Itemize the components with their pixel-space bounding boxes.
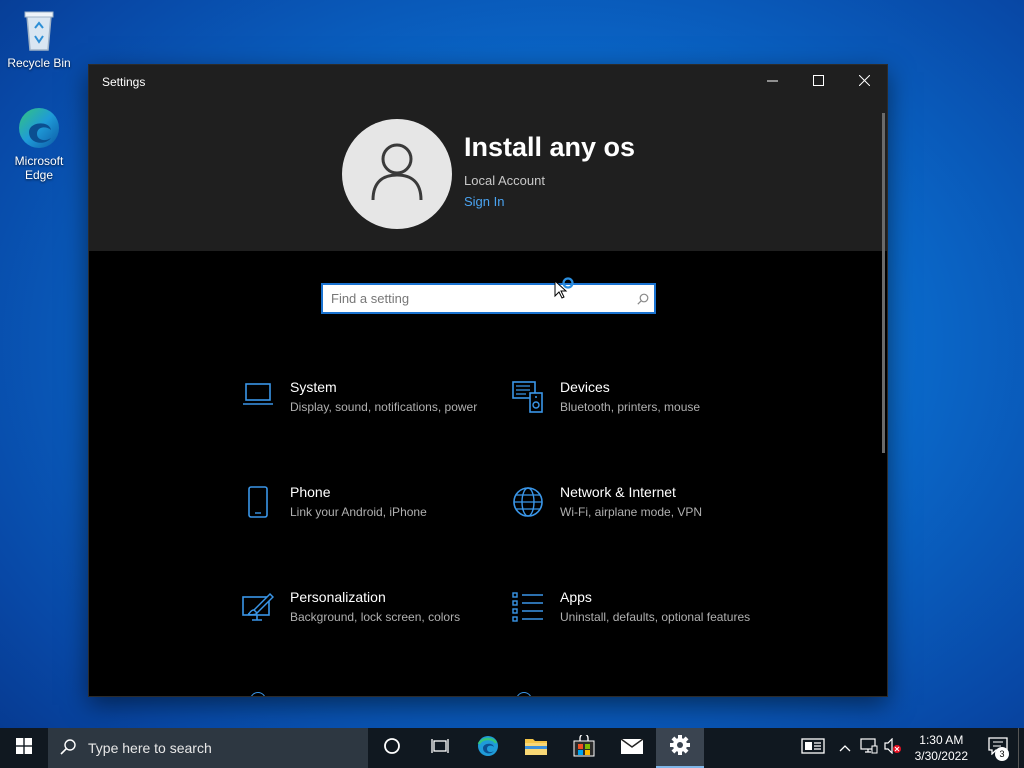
task-view-button[interactable] bbox=[416, 728, 464, 768]
cortana-icon bbox=[383, 737, 401, 760]
category-desc: Display, sound, notifications, power bbox=[290, 400, 478, 414]
close-icon bbox=[858, 73, 870, 91]
category-desc: Bluetooth, printers, mouse bbox=[560, 400, 701, 414]
category-phone[interactable]: Phone Link your Android, iPhone bbox=[242, 484, 482, 520]
minimize-icon bbox=[766, 73, 778, 91]
account-type: Local Account bbox=[464, 173, 545, 188]
window-title: Settings bbox=[102, 75, 146, 89]
search-input[interactable] bbox=[323, 291, 632, 306]
network-tray-button[interactable] bbox=[857, 728, 881, 768]
show-desktop-button[interactable] bbox=[1018, 728, 1024, 768]
category-apps[interactable]: Apps Uninstall, defaults, optional featu… bbox=[512, 589, 752, 625]
category-title: Network & Internet bbox=[560, 484, 676, 500]
maximize-icon bbox=[812, 73, 824, 91]
system-tray: 1:30 AM 3/30/2022 3 bbox=[793, 728, 1024, 768]
phone-icon bbox=[242, 484, 290, 520]
paintbrush-icon bbox=[242, 589, 290, 625]
apps-list-icon bbox=[512, 589, 560, 625]
settings-window: Settings Install any os Local Account Si… bbox=[88, 64, 888, 697]
category-desc: Uninstall, defaults, optional features bbox=[560, 610, 751, 624]
notification-count-badge: 3 bbox=[995, 747, 1009, 761]
chevron-up-icon bbox=[839, 739, 851, 757]
partial-row-icon bbox=[250, 692, 266, 696]
category-title: Personalization bbox=[290, 589, 386, 605]
category-desc: Link your Android, iPhone bbox=[290, 505, 427, 519]
minimize-button[interactable] bbox=[749, 65, 795, 99]
close-button[interactable] bbox=[841, 65, 887, 99]
news-icon bbox=[800, 737, 825, 759]
start-button[interactable] bbox=[0, 728, 48, 768]
partial-row-icon bbox=[516, 692, 532, 696]
category-system[interactable]: System Display, sound, notifications, po… bbox=[242, 379, 482, 415]
taskbar: Type here to search 1:30 AM 3/30/2022 3 bbox=[0, 728, 1024, 768]
desktop-icon-edge[interactable]: Microsoft Edge bbox=[1, 104, 77, 182]
category-title: Devices bbox=[560, 379, 610, 395]
user-icon bbox=[369, 142, 425, 206]
recycle-bin-icon bbox=[15, 6, 63, 54]
taskbar-edge[interactable] bbox=[464, 728, 512, 768]
category-title: System bbox=[290, 379, 337, 395]
taskbar-mail[interactable] bbox=[608, 728, 656, 768]
clock-time: 1:30 AM bbox=[919, 733, 964, 747]
category-title: Apps bbox=[560, 589, 592, 605]
account-header: Install any os Local Account Sign In bbox=[89, 99, 887, 251]
network-icon bbox=[860, 737, 878, 759]
cortana-button[interactable] bbox=[368, 728, 416, 768]
volume-muted-icon bbox=[884, 737, 902, 759]
search-box[interactable] bbox=[321, 283, 656, 314]
gear-icon bbox=[669, 734, 691, 761]
sign-in-link[interactable]: Sign In bbox=[464, 194, 504, 209]
volume-tray-button[interactable] bbox=[881, 728, 905, 768]
task-view-icon bbox=[431, 738, 449, 759]
edge-icon bbox=[476, 734, 500, 763]
search-icon bbox=[60, 738, 76, 758]
laptop-icon bbox=[242, 379, 290, 415]
windows-logo-icon bbox=[16, 737, 32, 759]
mouse-cursor bbox=[554, 277, 578, 305]
news-button[interactable] bbox=[793, 728, 833, 768]
category-personalization[interactable]: Personalization Background, lock screen,… bbox=[242, 589, 482, 625]
category-devices[interactable]: Devices Bluetooth, printers, mouse bbox=[512, 379, 752, 415]
desktop-icon-recycle-bin[interactable]: Recycle Bin bbox=[1, 6, 77, 70]
avatar[interactable] bbox=[342, 119, 452, 229]
category-desc: Wi-Fi, airplane mode, VPN bbox=[560, 505, 703, 519]
devices-icon bbox=[512, 379, 560, 415]
clock-date: 3/30/2022 bbox=[914, 749, 968, 763]
scrollbar[interactable] bbox=[882, 113, 885, 453]
show-hidden-icons-button[interactable] bbox=[833, 728, 857, 768]
category-title: Phone bbox=[290, 484, 331, 500]
edge-icon bbox=[15, 104, 63, 152]
search-icon[interactable] bbox=[632, 293, 654, 305]
desktop-icon-label: Recycle Bin bbox=[7, 56, 71, 70]
clock[interactable]: 1:30 AM 3/30/2022 bbox=[905, 732, 978, 764]
taskbar-search-text: Type here to search bbox=[88, 740, 212, 756]
title-bar[interactable]: Settings bbox=[89, 65, 887, 99]
category-network[interactable]: Network & Internet Wi-Fi, airplane mode,… bbox=[512, 484, 752, 520]
mail-icon bbox=[620, 737, 644, 760]
taskbar-store[interactable] bbox=[560, 728, 608, 768]
action-center-button[interactable]: 3 bbox=[978, 728, 1018, 768]
account-name: Install any os bbox=[464, 132, 636, 162]
maximize-button[interactable] bbox=[795, 65, 841, 99]
taskbar-search[interactable]: Type here to search bbox=[48, 728, 368, 768]
globe-icon bbox=[512, 484, 560, 520]
desktop-icon-label: Microsoft Edge bbox=[14, 154, 64, 182]
folder-icon bbox=[524, 736, 548, 761]
taskbar-settings[interactable] bbox=[656, 728, 704, 768]
store-icon bbox=[573, 732, 595, 762]
category-desc: Background, lock screen, colors bbox=[290, 610, 461, 624]
taskbar-file-explorer[interactable] bbox=[512, 728, 560, 768]
